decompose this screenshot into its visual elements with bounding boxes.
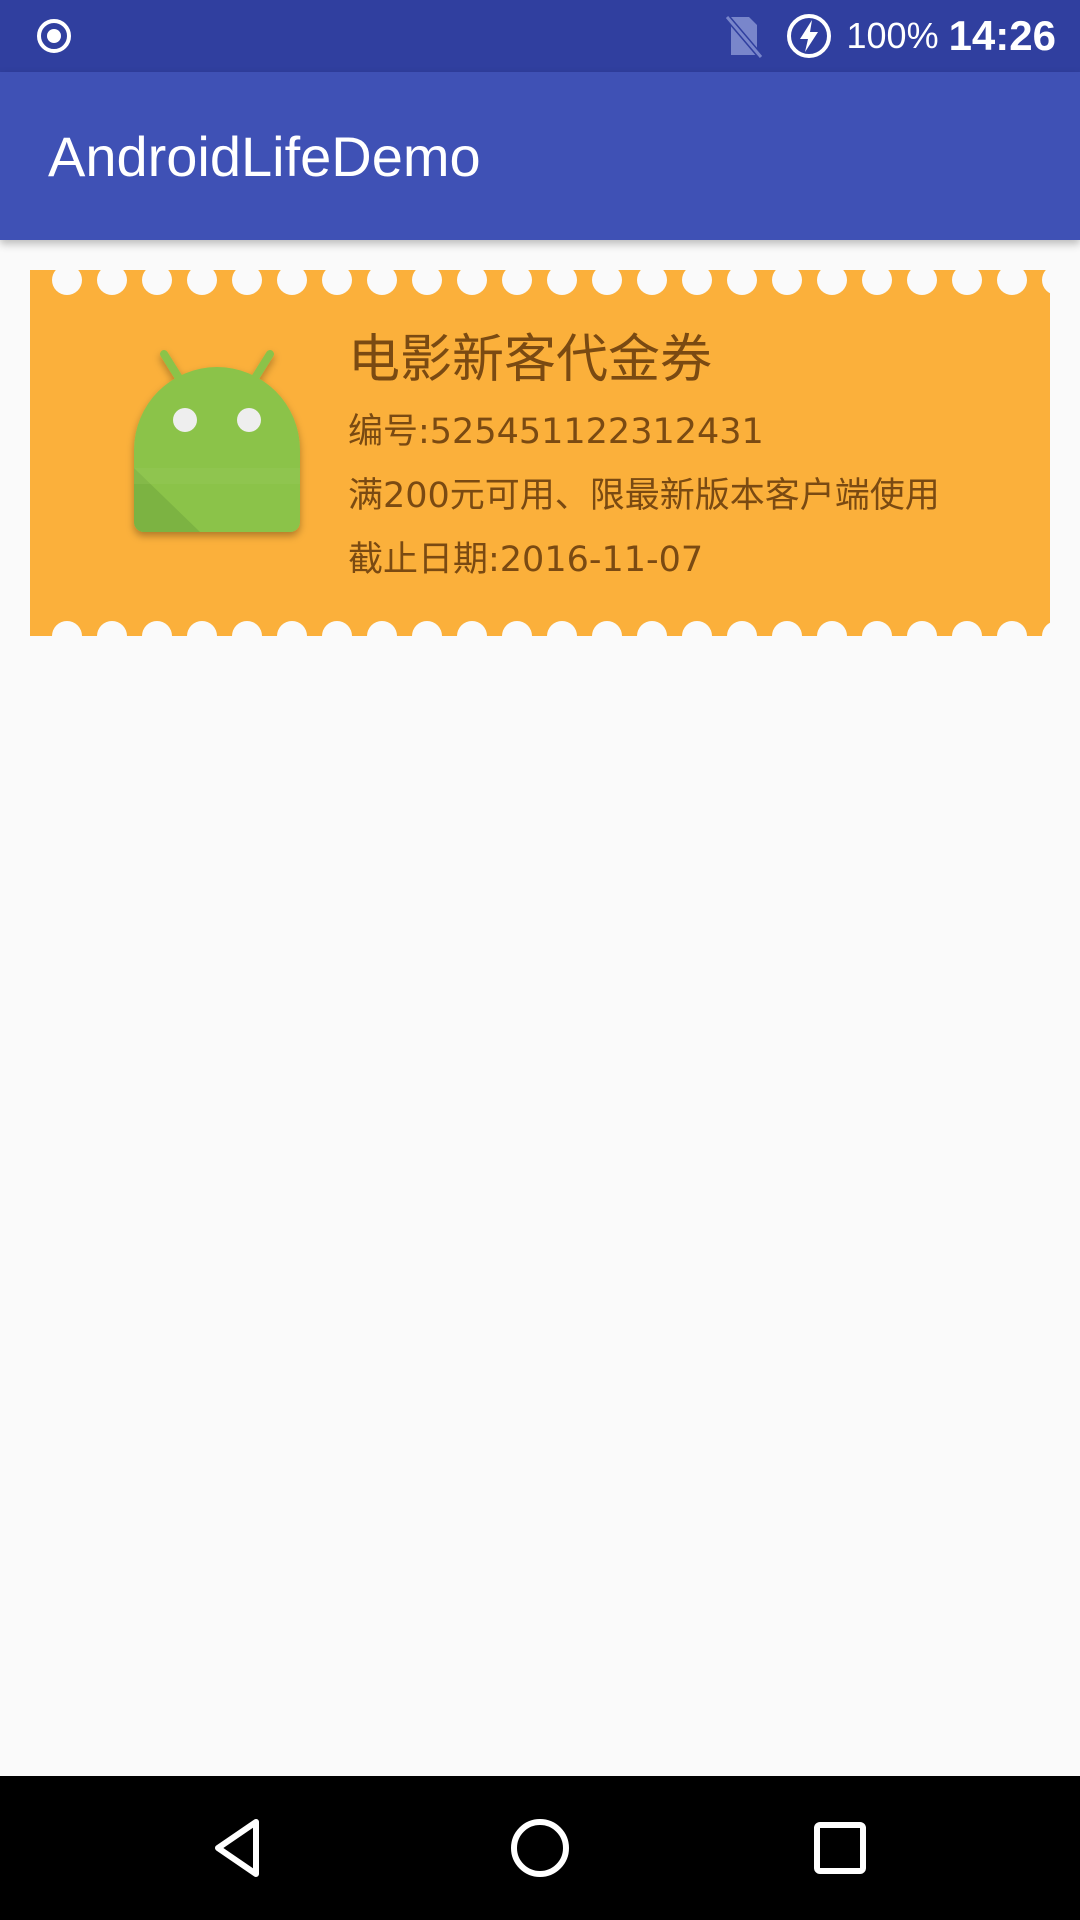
- coupon-edge-notch: [592, 270, 622, 295]
- coupon-edge-notch: [457, 270, 487, 295]
- navigation-bar: [0, 1776, 1080, 1920]
- battery-charging-icon: [786, 14, 831, 58]
- coupon-edge-notch: [277, 270, 307, 295]
- coupon-edge-notch: [772, 621, 802, 636]
- coupon-edge-notch: [52, 621, 82, 636]
- back-icon[interactable]: [204, 1812, 276, 1884]
- coupon-edge-notch: [727, 270, 757, 295]
- coupon-edge-notch: [277, 621, 307, 636]
- coupon-edge-notch: [367, 621, 397, 636]
- coupon-edge-notch: [1042, 270, 1050, 295]
- coupon-edge-notch: [502, 621, 532, 636]
- coupon-edge-notch: [592, 621, 622, 636]
- coupon-edge-notch: [952, 270, 982, 295]
- coupon-edge-notch: [1042, 621, 1050, 636]
- coupon-edge-notch: [997, 270, 1027, 295]
- coupon-edge-notch: [232, 270, 262, 295]
- coupon-edge-notch: [367, 270, 397, 295]
- coupon-edge-notch: [97, 270, 127, 295]
- coupon-number: 编号:525451122312431: [348, 412, 764, 452]
- coupon-edge-notch: [547, 621, 577, 636]
- recents-icon[interactable]: [804, 1812, 876, 1884]
- coupon-edge-notch: [52, 270, 82, 295]
- coupon-edge-notch: [457, 621, 487, 636]
- coupon-edge-notch: [232, 621, 262, 636]
- coupon-edge-notch: [727, 621, 757, 636]
- coupon-edge-notch: [142, 270, 172, 295]
- battery-percent: 100%: [846, 15, 939, 56]
- coupon-expiry: 截止日期:2016-11-07: [348, 540, 704, 580]
- coupon-edge-notch: [682, 621, 712, 636]
- screen: 100% 14:26 AndroidLifeDemo 电影新客代金券 编号:52…: [0, 0, 1080, 1920]
- coupon-edge-notch: [187, 621, 217, 636]
- status-bar: 100% 14:26: [0, 0, 1080, 72]
- coupon-edge-notch: [862, 621, 892, 636]
- coupon-edge-notch: [547, 270, 577, 295]
- coupon-title: 电影新客代金券: [348, 330, 713, 390]
- android-icon: [134, 350, 300, 532]
- record-icon: [37, 19, 71, 53]
- status-icons: 100% 14:26: [723, 0, 1056, 72]
- coupon-edge-notch: [187, 270, 217, 295]
- coupon-edge-notch: [412, 621, 442, 636]
- coupon-edge-notch: [637, 621, 667, 636]
- app-bar: AndroidLifeDemo: [0, 72, 1080, 240]
- coupon-edge-notch: [412, 270, 442, 295]
- home-icon[interactable]: [504, 1812, 576, 1884]
- coupon-edge-notch: [862, 270, 892, 295]
- coupon-edge-notch: [322, 621, 352, 636]
- coupon-edge-notch: [907, 270, 937, 295]
- coupon-edge-notch: [97, 621, 127, 636]
- coupon-details: 电影新客代金券 编号:525451122312431 满200元可用、限最新版本…: [348, 320, 940, 592]
- coupon-edge-notch: [322, 270, 352, 295]
- coupon-edge-notch: [997, 621, 1027, 636]
- app-title: AndroidLifeDemo: [48, 125, 481, 188]
- coupon-edge-notch: [907, 621, 937, 636]
- clock: 14:26: [948, 12, 1056, 59]
- coupon-edge-notch: [502, 270, 532, 295]
- coupon-edge-notch: [952, 621, 982, 636]
- coupon-edge-notch: [817, 270, 847, 295]
- coupon-edge-notch: [142, 621, 172, 636]
- coupon-edge-notch: [817, 621, 847, 636]
- coupon-card[interactable]: 电影新客代金券 编号:525451122312431 满200元可用、限最新版本…: [30, 270, 1050, 636]
- coupon-edge-notch: [682, 270, 712, 295]
- coupon-edge-notch: [637, 270, 667, 295]
- coupon-condition: 满200元可用、限最新版本客户端使用: [348, 476, 940, 516]
- coupon-edge-notch: [772, 270, 802, 295]
- no-sim-icon: [724, 15, 763, 59]
